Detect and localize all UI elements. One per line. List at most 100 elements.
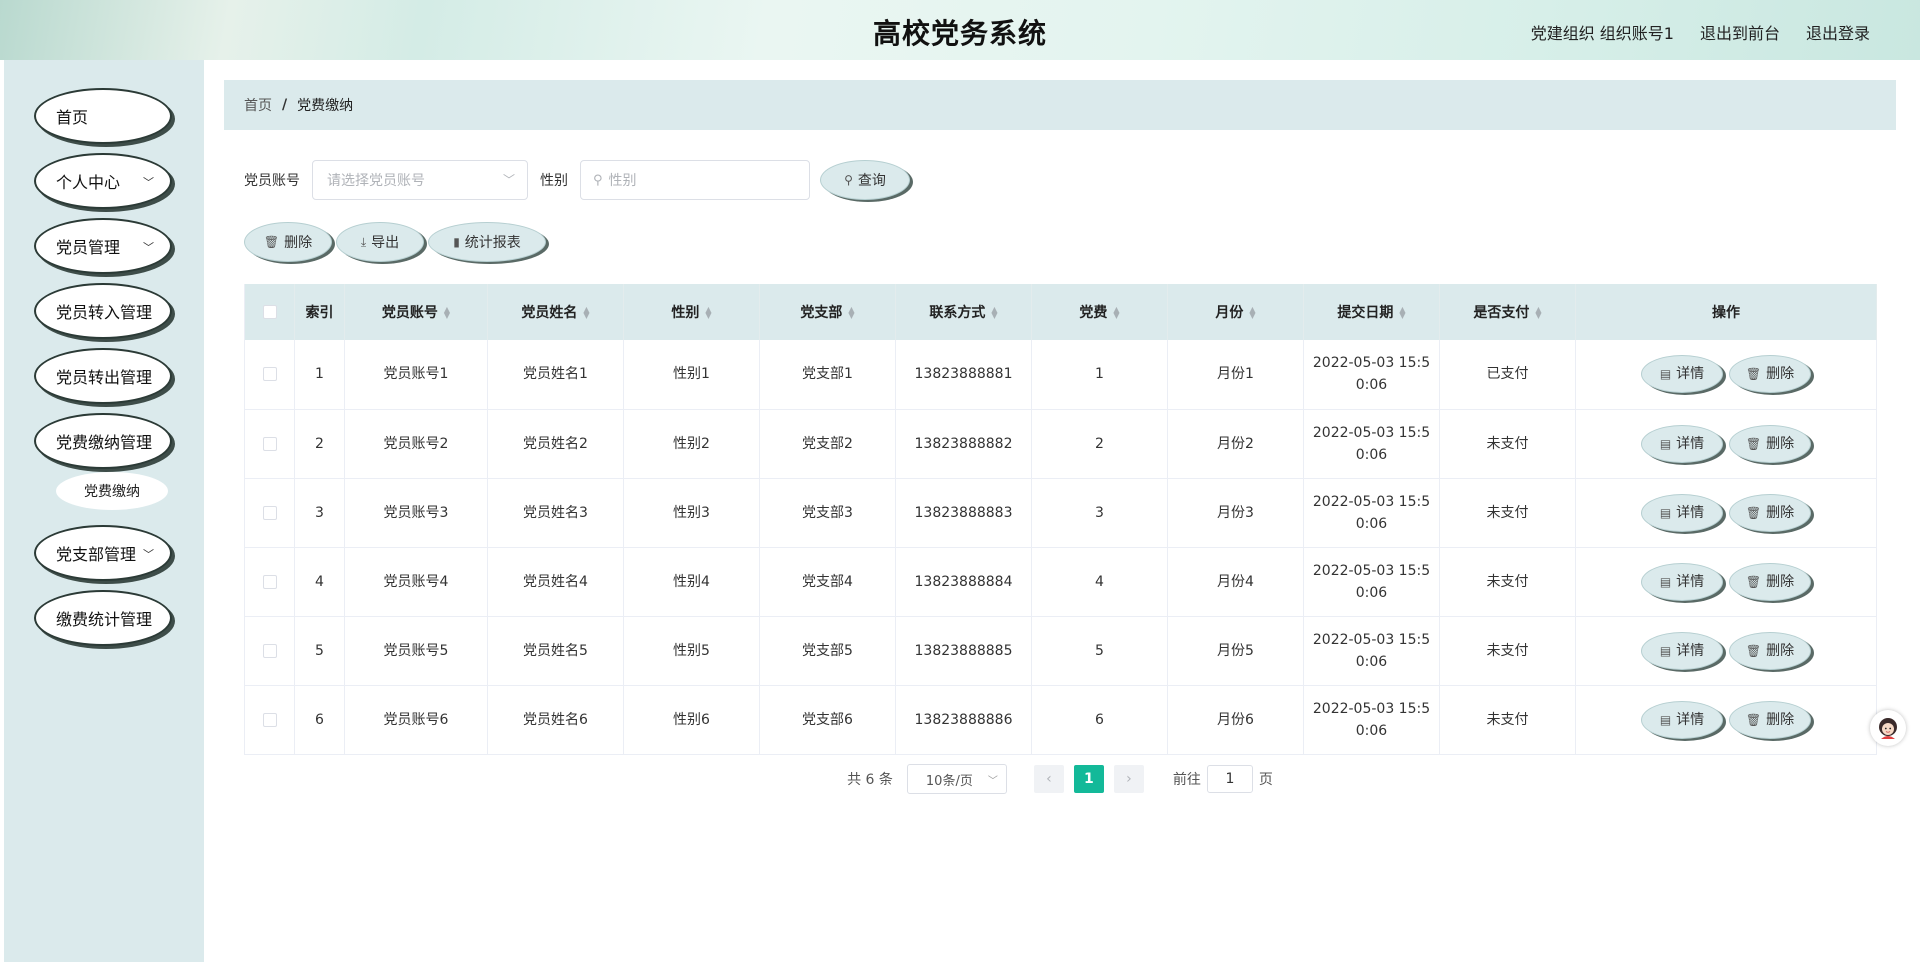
sidebar-item-transfer-out[interactable]: 党员转出管理: [34, 348, 172, 404]
sort-icon[interactable]: ▲ ▼: [991, 306, 997, 320]
sort-icon[interactable]: ▲ ▼: [1113, 306, 1119, 320]
row-checkbox[interactable]: [262, 574, 277, 589]
cell-phone: 13823888881: [895, 340, 1032, 410]
sort-icon[interactable]: ▲ ▼: [1535, 306, 1541, 320]
search-icon: ⚲: [593, 172, 603, 188]
sort-icon[interactable]: ▲ ▼: [583, 306, 589, 320]
row-checkbox[interactable]: [262, 712, 277, 727]
cell-name: 党员姓名6: [487, 685, 624, 755]
sidebar-item-home[interactable]: 首页: [34, 88, 172, 144]
table-row[interactable]: 6 党员账号6 党员姓名6 性别6 党支部6 13823888886 6 月份6 2022-05…: [244, 685, 1877, 755]
exit-to-front-link[interactable]: 退出到前台: [1700, 20, 1780, 44]
row-checkbox[interactable]: [262, 436, 277, 451]
current-user-label: 党建组织 组织账号1: [1530, 24, 1674, 43]
detail-button[interactable]: ▤ 详情: [1641, 355, 1723, 394]
prev-page-button[interactable]: ‹: [1033, 765, 1064, 793]
row-delete-label: 删除: [1766, 711, 1795, 728]
pagination: 共 6 条 10条/页 ﹀ ‹ 1 › 前往 1 页: [204, 764, 1916, 794]
cell-branch: 党支部2: [759, 409, 896, 479]
query-button[interactable]: ⚲ 查询: [820, 160, 910, 200]
total-count: 共 6 条: [847, 772, 893, 788]
row-delete-button[interactable]: 🗑 删除: [1729, 562, 1811, 601]
export-button[interactable]: ⤓ 导出: [336, 222, 424, 262]
table-row[interactable]: 2 党员账号2 党员姓名2 性别2 党支部2 13823888882 2 月份2 2022-05…: [244, 409, 1877, 479]
breadcrumb: 首页 / 党费缴纳: [224, 80, 1896, 130]
cell-fee: 5: [1031, 616, 1168, 686]
row-delete-label: 删除: [1766, 435, 1795, 452]
sort-icon[interactable]: ▲ ▼: [1399, 306, 1405, 320]
row-delete-button[interactable]: 🗑 删除: [1729, 424, 1811, 463]
column-header[interactable]: 性别 ▲ ▼: [623, 284, 760, 340]
report-button[interactable]: ▮ 统计报表: [428, 222, 546, 262]
sort-icon[interactable]: ▲ ▼: [444, 306, 450, 320]
detail-button[interactable]: ▤ 详情: [1641, 700, 1723, 739]
assistant-avatar-icon[interactable]: [1870, 710, 1906, 746]
row-delete-button[interactable]: 🗑 删除: [1729, 493, 1811, 532]
sidebar-item-branch-management[interactable]: 党支部管理 ﹀: [34, 525, 172, 581]
column-header-label: 性别: [671, 305, 700, 321]
select-all-checkbox[interactable]: [262, 305, 277, 319]
column-header-label: 索引: [305, 305, 334, 321]
chevron-down-icon: ﹀: [143, 176, 154, 189]
trash-icon: 🗑: [1745, 436, 1762, 451]
goto-page-input[interactable]: 1: [1206, 765, 1253, 793]
row-checkbox[interactable]: [262, 643, 277, 658]
table-row[interactable]: 3 党员账号3 党员姓名3 性别3 党支部3 13823888883 3 月份3 2022-05…: [244, 478, 1877, 548]
detail-button[interactable]: ▤ 详情: [1641, 631, 1723, 670]
detail-button-label: 详情: [1676, 573, 1705, 590]
column-header[interactable]: 提交日期 ▲ ▼: [1303, 284, 1440, 340]
cell-index: 5: [294, 616, 345, 686]
sidebar-item-transfer-in[interactable]: 党员转入管理: [34, 283, 172, 339]
next-page-button[interactable]: ›: [1113, 765, 1144, 793]
header-actions: 党建组织 组织账号1 退出到前台 退出登录: [1531, 20, 1870, 44]
column-header[interactable]: 党员姓名 ▲ ▼: [487, 284, 624, 340]
row-delete-button[interactable]: 🗑 删除: [1729, 631, 1811, 670]
cell-actions: ▤ 详情 🗑 删除: [1575, 685, 1877, 755]
chevron-down-icon: ﹀: [987, 776, 998, 787]
column-header-label: 操作: [1712, 305, 1740, 321]
sidebar-item-fee-statistics[interactable]: 缴费统计管理: [34, 590, 172, 646]
page-size-select[interactable]: 10条/页 ﹀: [906, 764, 1007, 794]
table-row[interactable]: 4 党员账号4 党员姓名4 性别4 党支部4 13823888884 4 月份4 2022-05…: [244, 547, 1877, 617]
column-header[interactable]: 月份 ▲ ▼: [1167, 284, 1304, 340]
logout-link[interactable]: 退出登录: [1806, 20, 1870, 44]
table-row[interactable]: 1 党员账号1 党员姓名1 性别1 党支部1 13823888881 1 月份1 2022-05…: [244, 340, 1877, 410]
column-header[interactable]: 联系方式 ▲ ▼: [895, 284, 1032, 340]
cell-month: 月份2: [1167, 409, 1304, 479]
cell-account: 党员账号3: [344, 478, 488, 548]
document-icon: ▤: [1659, 367, 1672, 382]
account-select[interactable]: 请选择党员账号 ﹀: [312, 160, 528, 200]
sidebar-item-member-management[interactable]: 党员管理 ﹀: [34, 218, 172, 274]
cell-actions: ▤ 详情 🗑 删除: [1575, 478, 1877, 548]
row-delete-button[interactable]: 🗑 删除: [1729, 355, 1811, 394]
page-number-current[interactable]: 1: [1073, 765, 1104, 793]
detail-button[interactable]: ▤ 详情: [1641, 562, 1723, 601]
sort-icon[interactable]: ▲ ▼: [1249, 306, 1255, 320]
sort-icon[interactable]: ▲ ▼: [705, 306, 711, 320]
column-header[interactable]: 党费 ▲ ▼: [1031, 284, 1168, 340]
table-row[interactable]: 5 党员账号5 党员姓名5 性别5 党支部5 13823888885 5 月份5 2022-05…: [244, 616, 1877, 686]
cell-gender: 性别1: [623, 340, 760, 410]
detail-button[interactable]: ▤ 详情: [1641, 493, 1723, 532]
trash-icon: 🗑: [263, 235, 280, 249]
cell-branch: 党支部6: [759, 685, 896, 755]
column-header[interactable]: 党员账号 ▲ ▼: [344, 284, 488, 340]
document-icon: ▤: [1659, 643, 1672, 658]
breadcrumb-home[interactable]: 首页: [244, 95, 272, 115]
cell-month: 月份3: [1167, 478, 1304, 548]
cell-account: 党员账号6: [344, 685, 488, 755]
sort-icon[interactable]: ▲ ▼: [848, 306, 854, 320]
cell-fee: 1: [1031, 340, 1168, 410]
detail-button[interactable]: ▤ 详情: [1641, 424, 1723, 463]
column-header[interactable]: 党支部 ▲ ▼: [759, 284, 896, 340]
bulk-delete-button[interactable]: 🗑 删除: [244, 222, 332, 262]
row-checkbox[interactable]: [262, 505, 277, 520]
row-delete-button[interactable]: 🗑 删除: [1729, 700, 1811, 739]
sidebar-subitem-fee-payment[interactable]: 党费缴纳: [56, 472, 168, 510]
sidebar-item-fee-payment[interactable]: 党费缴纳管理: [34, 413, 172, 469]
sidebar-item-personal-center[interactable]: 个人中心 ﹀: [34, 153, 172, 209]
gender-input[interactable]: ⚲ 性别: [580, 160, 810, 200]
row-checkbox[interactable]: [262, 367, 277, 382]
cell-branch: 党支部5: [759, 616, 896, 686]
column-header[interactable]: 是否支付 ▲ ▼: [1439, 284, 1576, 340]
